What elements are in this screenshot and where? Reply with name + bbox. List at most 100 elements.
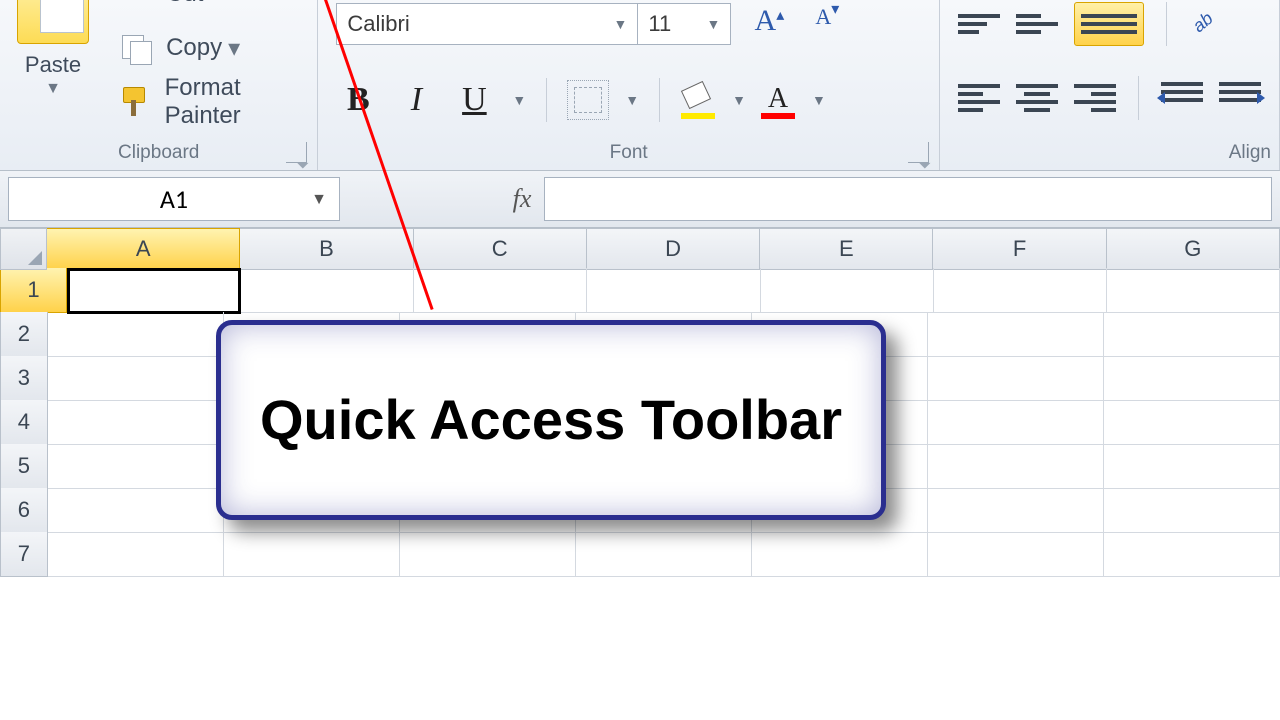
fill-color-button[interactable] (680, 83, 716, 117)
group-clipboard: Paste ▼ ✂ Cut Copy ▾ Format Painter Clip… (0, 0, 318, 170)
group-alignment: Align (940, 0, 1280, 170)
cut-button[interactable]: ✂ Cut (118, 0, 317, 18)
cell[interactable] (400, 532, 576, 577)
font-name-select[interactable]: Calibri ▼ (336, 3, 638, 45)
fill-color-dropdown[interactable]: ▼ (732, 92, 746, 108)
select-all-corner[interactable] (0, 228, 47, 270)
font-group-label: Font (318, 142, 939, 164)
paste-button[interactable]: Paste (25, 52, 81, 78)
cell[interactable] (752, 532, 928, 577)
align-middle-button[interactable] (1016, 4, 1058, 44)
cell[interactable] (928, 356, 1104, 401)
paste-icon[interactable] (17, 0, 89, 44)
cell[interactable] (1107, 268, 1280, 313)
separator (1138, 76, 1139, 120)
column-header-c[interactable]: C (414, 228, 587, 270)
increase-font-button[interactable]: A▴ (749, 4, 789, 44)
column-header-g[interactable]: G (1107, 228, 1280, 270)
ribbon: Paste ▼ ✂ Cut Copy ▾ Format Painter Clip… (0, 0, 1280, 171)
border-button[interactable] (567, 80, 609, 120)
align-center-button[interactable] (1016, 78, 1058, 118)
font-launcher-icon[interactable] (908, 142, 929, 163)
cell[interactable] (1104, 356, 1280, 401)
copy-button[interactable]: Copy ▾ (118, 24, 317, 72)
name-box[interactable]: A1 ▼ (8, 177, 340, 221)
cell[interactable] (576, 532, 752, 577)
italic-button[interactable]: I (394, 76, 438, 124)
align-top-button[interactable] (958, 4, 1000, 44)
copy-dropdown[interactable]: ▾ (228, 34, 240, 63)
cell[interactable] (48, 356, 224, 401)
decrease-indent-button[interactable] (1161, 78, 1203, 118)
clipboard-launcher-icon[interactable] (286, 142, 307, 163)
scissors-icon: ✂ (118, 0, 156, 10)
cell[interactable] (48, 444, 224, 489)
cell[interactable] (224, 532, 400, 577)
chevron-down-icon: ▼ (707, 16, 721, 32)
alignment-group-label: Align (940, 142, 1279, 164)
column-header-e[interactable]: E (760, 228, 933, 270)
wrap-text-button[interactable] (1074, 2, 1144, 46)
cell-a1[interactable] (67, 268, 241, 314)
callout-text: Quick Access Toolbar (260, 386, 842, 453)
underline-button[interactable]: U (452, 76, 496, 124)
annotation-callout: Quick Access Toolbar (216, 320, 886, 520)
cell[interactable] (1104, 488, 1280, 533)
font-color-button[interactable]: A (760, 83, 796, 117)
formula-bar: A1 ▼ fx (0, 171, 1280, 228)
formula-input[interactable] (544, 177, 1272, 221)
cut-label: Cut (166, 0, 203, 8)
row-header-7[interactable]: 7 (0, 532, 48, 577)
cell[interactable] (928, 312, 1104, 357)
font-size-value: 11 (648, 11, 671, 37)
chevron-down-icon[interactable]: ▼ (311, 190, 327, 209)
border-dropdown[interactable]: ▼ (625, 92, 639, 108)
cell[interactable] (928, 400, 1104, 445)
cell[interactable] (414, 268, 587, 313)
cell[interactable] (934, 268, 1107, 313)
column-header-f[interactable]: F (933, 228, 1106, 270)
underline-dropdown[interactable]: ▼ (512, 92, 526, 108)
separator (659, 78, 660, 122)
name-box-value: A1 (160, 183, 188, 215)
format-painter-button[interactable]: Format Painter (118, 78, 317, 126)
cell[interactable] (1104, 444, 1280, 489)
cell[interactable] (241, 268, 414, 313)
row-header-5[interactable]: 5 (0, 444, 48, 489)
separator (546, 78, 547, 122)
fx-button[interactable]: fx (500, 178, 544, 220)
cell[interactable] (928, 488, 1104, 533)
cell[interactable] (1104, 312, 1280, 357)
cell[interactable] (1104, 532, 1280, 577)
row-header-6[interactable]: 6 (0, 488, 48, 533)
clipboard-group-label: Clipboard (0, 142, 317, 164)
paste-dropdown[interactable]: ▼ (45, 80, 61, 98)
decrease-font-button[interactable]: A▾ (807, 4, 847, 44)
increase-indent-button[interactable] (1219, 78, 1261, 118)
cell[interactable] (48, 312, 224, 357)
row-header-3[interactable]: 3 (0, 356, 48, 401)
copy-label: Copy (166, 34, 222, 62)
font-color-dropdown[interactable]: ▼ (812, 92, 826, 108)
column-header-b[interactable]: B (240, 228, 413, 270)
cell[interactable] (1104, 400, 1280, 445)
cell[interactable] (48, 400, 224, 445)
cell[interactable] (928, 444, 1104, 489)
orientation-button[interactable] (1189, 4, 1231, 44)
column-header-d[interactable]: D (587, 228, 760, 270)
align-right-button[interactable] (1074, 78, 1116, 118)
copy-icon (122, 35, 152, 61)
align-left-button[interactable] (958, 78, 1000, 118)
row-header-4[interactable]: 4 (0, 400, 48, 445)
column-header-a[interactable]: A (47, 228, 240, 270)
cell[interactable] (928, 532, 1104, 577)
cell[interactable] (761, 268, 934, 313)
paintbrush-icon (121, 87, 151, 117)
row-header-2[interactable]: 2 (0, 312, 48, 357)
cell[interactable] (587, 268, 760, 313)
font-size-select[interactable]: 11 ▼ (637, 3, 731, 45)
cell[interactable] (48, 488, 224, 533)
group-font: Calibri ▼ 11 ▼ A▴ A▾ B I U ▼ ▼ ▼ A ▼ Fon… (318, 0, 940, 170)
cell[interactable] (48, 532, 224, 577)
row-header-1[interactable]: 1 (0, 268, 67, 313)
